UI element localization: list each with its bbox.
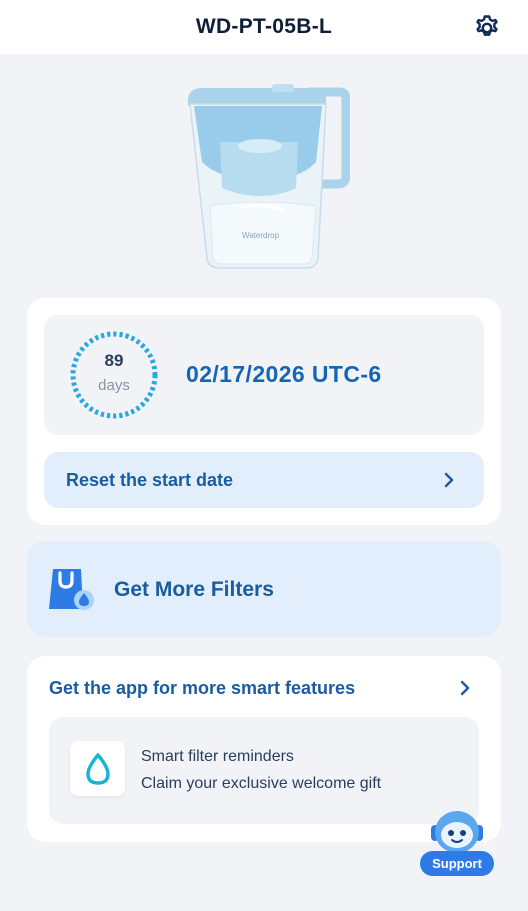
gear-icon[interactable]: [472, 12, 502, 42]
device-title: WD-PT-05B-L: [195, 15, 333, 38]
app-promo-title: Get the app for more smart features: [49, 678, 356, 698]
top-bar: WD-PT-05B-L: [0, 0, 528, 54]
feature-welcome-gift: Claim your exclusive welcome gift: [141, 775, 382, 792]
pitcher-brand-text: Waterdrop: [242, 231, 280, 240]
feature-smart-reminders: Smart filter reminders: [141, 748, 294, 765]
chevron-right-icon: [444, 472, 454, 488]
days-progress-ring: [70, 331, 158, 419]
reset-start-date-button[interactable]: Reset the start date: [44, 452, 484, 508]
support-label: Support: [420, 851, 494, 876]
days-unit-label: days: [98, 377, 130, 394]
pitcher-image: Waterdrop: [188, 84, 350, 269]
get-more-filters-label: Get More Filters: [114, 578, 274, 601]
filter-status-card: 89 days 02/17/2026 UTC-6 Reset the start…: [27, 298, 501, 525]
get-more-filters-button[interactable]: Get More Filters: [27, 541, 501, 637]
water-drop-icon: [86, 753, 110, 785]
reset-start-date-label: Reset the start date: [66, 470, 234, 490]
filter-expiry-date: 02/17/2026 UTC-6: [186, 361, 382, 387]
robot-mascot-icon: [431, 811, 483, 853]
app-features-panel: Smart filter reminders Claim your exclus…: [49, 717, 479, 824]
chevron-right-icon: [460, 680, 470, 696]
support-button[interactable]: Support: [416, 808, 498, 878]
app-icon-tile: [70, 741, 125, 796]
shopping-bag-icon: [49, 569, 94, 610]
days-remaining-panel: 89 days 02/17/2026 UTC-6: [44, 315, 484, 435]
days-remaining-value: 89: [104, 351, 124, 370]
